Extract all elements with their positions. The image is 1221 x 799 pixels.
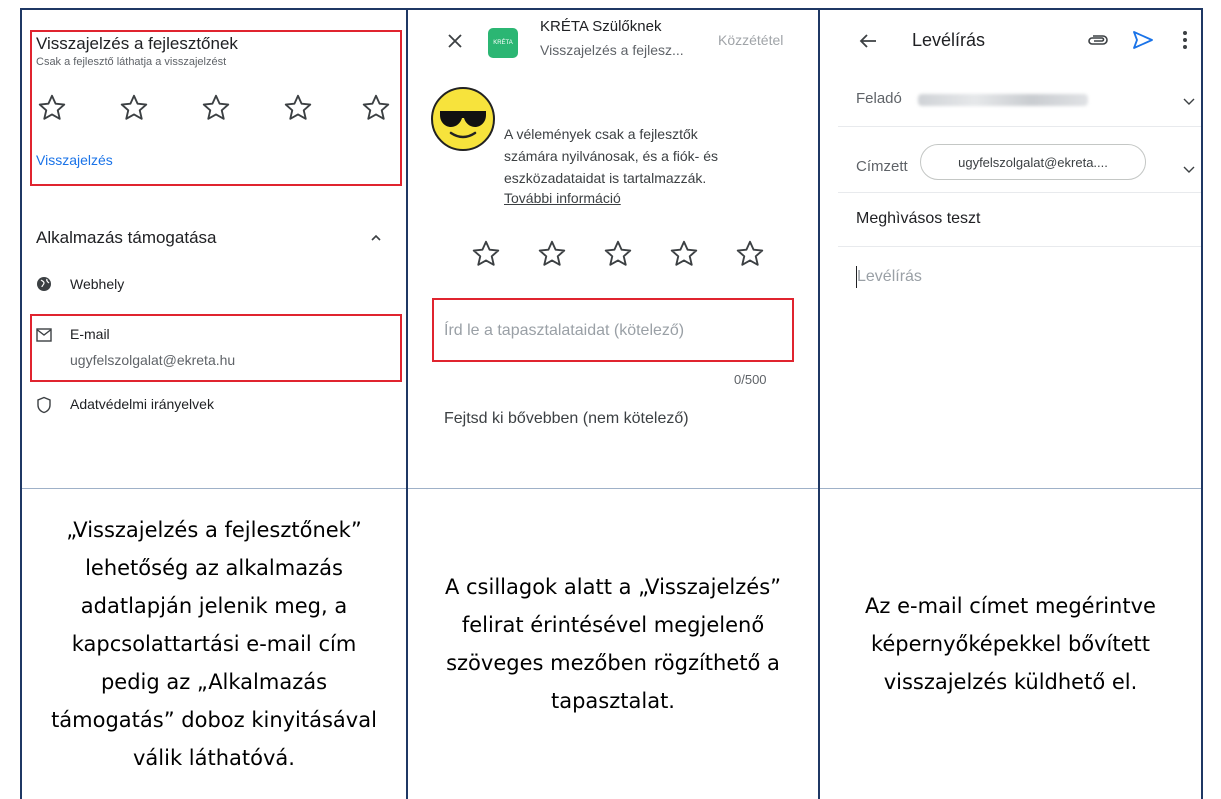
recipient-chip[interactable]: ugyfelszolgalat@ekreta.... [920,144,1146,180]
caption-col1: „Visszajelzés a fejlesztőnek” lehetőség … [22,489,406,799]
caption-line: képernyőképekkel bővített [870,632,1151,656]
mail-icon [36,328,52,342]
email-value[interactable]: ugyfelszolgalat@ekreta.hu [70,352,235,368]
caption-col2: A csillagok alatt a „Visszajelzés” felir… [408,489,818,799]
caption-line: tapasztalat. [551,689,675,713]
caption-line: Az e-mail címet megérintve [865,594,1156,618]
shield-icon [36,396,52,414]
sunglasses-emoji [430,86,496,152]
caption-col3: Az e-mail címet megérintve képernyőképek… [820,489,1201,799]
detail-input[interactable]: Fejtsd ki bővebben (nem kötelező) [444,410,689,428]
chevron-up-icon[interactable] [368,230,384,246]
divider [838,192,1201,193]
notice-line-1: A vélemények csak a fejlesztők [504,126,698,142]
char-counter: 0/500 [734,372,767,387]
notice-line-2: számára nyilvánosak, és a fiók- és [504,148,718,164]
table-border-right [1201,8,1203,799]
divider [838,246,1201,247]
caption-line: pedig az „Alkalmazás [100,670,328,694]
sender-blurred [918,94,1088,106]
back-arrow-icon[interactable] [858,32,878,50]
globe-icon [36,276,52,292]
send-icon[interactable] [1132,30,1154,50]
star-icon[interactable] [536,238,568,270]
star-icon[interactable] [118,92,150,124]
email-highlight-box [30,314,402,382]
app-logo: KRÉTA [488,28,518,58]
star-icon[interactable] [200,92,232,124]
close-icon[interactable] [446,32,464,50]
divider [838,126,1201,127]
app-details-panel: Visszajelzés a fejlesztőnek Csak a fejle… [22,10,406,488]
caption-line: A csillagok alatt a „Visszajelzés” [444,575,782,599]
screenshot-table: Visszajelzés a fejlesztőnek Csak a fejle… [0,0,1221,799]
more-info-link[interactable]: További információ [504,190,621,206]
caption-line: szöveges mezőben rögzíthető a [446,651,780,675]
feedback-title: Visszajelzés a fejlesztőnek [36,34,238,53]
caption-line: támogatás” doboz kinyitásával [51,708,377,732]
to-label: Címzett [856,158,908,175]
compose-mail-panel: Levélírás Feladó Címzett ugyfelszolgalat… [820,10,1201,488]
caption-line: adatlapján jelenik meg, a [80,594,348,618]
star-icon[interactable] [470,238,502,270]
caption-line: „Visszajelzés a fejlesztőnek” [66,518,362,542]
chevron-down-icon[interactable] [1182,94,1196,105]
app-name: KRÉTA Szülőknek [540,18,662,35]
paperclip-icon[interactable] [1086,32,1110,48]
compose-title: Levélírás [912,30,986,50]
app-subtitle: Visszajelzés a fejlesz... [540,42,684,58]
website-label[interactable]: Webhely [70,276,124,292]
star-icon[interactable] [668,238,700,270]
caption-line: lehetőség az alkalmazás [85,556,343,580]
subject-field[interactable]: Meghìvásos teszt [856,210,981,228]
caption-line: visszajelzés küldhető el. [883,670,1138,694]
star-icon[interactable] [282,92,314,124]
caption-line: felirat érintésével megjelenő [461,613,765,637]
star-icon[interactable] [602,238,634,270]
star-icon[interactable] [36,92,68,124]
feedback-link[interactable]: Visszajelzés [36,152,113,168]
chevron-down-icon[interactable] [1182,162,1196,173]
experience-input[interactable]: Írd le a tapasztalataidat (kötelező) [444,322,684,340]
body-input[interactable]: Levélírás [857,268,922,286]
feedback-subtitle: Csak a fejlesztő láthatja a visszajelzés… [36,56,227,68]
privacy-label[interactable]: Adatvédelmi irányelvek [70,396,214,412]
caption-line: kapcsolattartási e-mail cím [71,632,357,656]
notice-line-3: eszközadataidat is tartalmazzák. [504,170,707,186]
email-label[interactable]: E-mail [70,326,110,342]
caption-line: válik láthatóvá. [133,746,295,770]
support-heading[interactable]: Alkalmazás támogatása [36,228,216,248]
publish-button[interactable]: Közzététel [718,32,783,48]
star-icon[interactable] [360,92,392,124]
from-label: Feladó [856,90,902,107]
feedback-form-panel: KRÉTA KRÉTA Szülőknek Visszajelzés a fej… [408,10,818,488]
star-icon[interactable] [734,238,766,270]
more-vert-icon[interactable] [1182,30,1188,50]
